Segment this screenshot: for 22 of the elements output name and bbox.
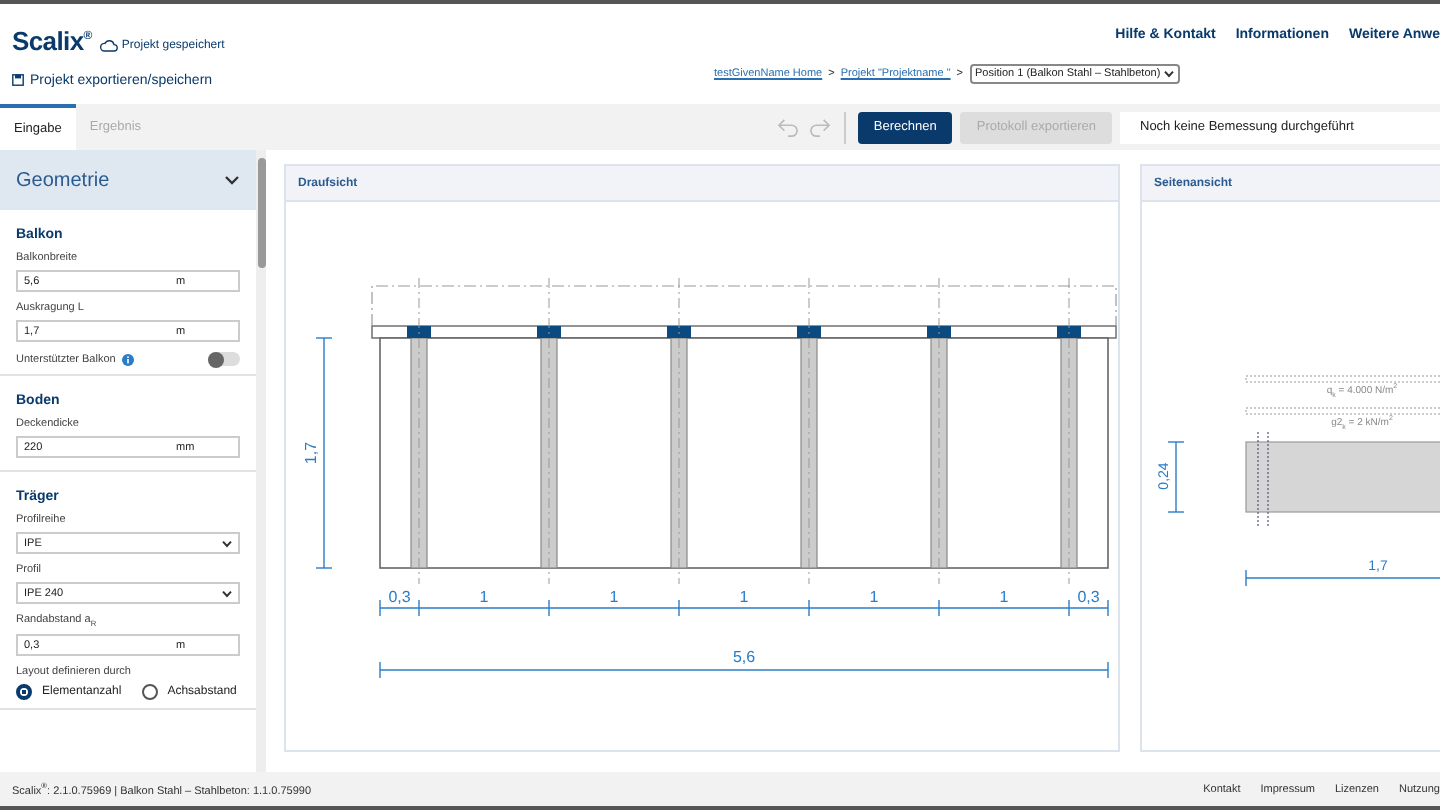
info-icon[interactable]: [121, 353, 134, 365]
spacing-dimension: 1: [609, 588, 619, 606]
scrollbar[interactable]: [256, 150, 266, 772]
caret-icon: [1164, 70, 1175, 79]
beam-section-line: [1257, 431, 1269, 527]
spacing-dimension: 1: [739, 588, 749, 606]
caret-icon: [222, 589, 232, 597]
spacing-dimension: 0,3: [1077, 588, 1100, 606]
spacing-dimension: 0,3: [388, 588, 411, 606]
app-logo: Scalix$^{®}$: [12, 25, 92, 55]
section-header[interactable]: Geometrie: [0, 150, 256, 210]
radio-button[interactable]: [16, 684, 32, 701]
depth-dimension: 1,7: [302, 441, 320, 465]
radio-button[interactable]: [141, 684, 158, 701]
spacing-dimension: 1: [479, 588, 489, 606]
total-dimension: 5,6: [732, 648, 756, 666]
caret-icon: [222, 539, 232, 547]
cloud-icon: [99, 39, 118, 51]
thickness-dimension-line: [1167, 441, 1185, 513]
toggle-switch[interactable]: [208, 352, 240, 366]
spacing-dimension: 1: [869, 588, 879, 606]
spacing-dimension: 1: [999, 588, 1009, 606]
